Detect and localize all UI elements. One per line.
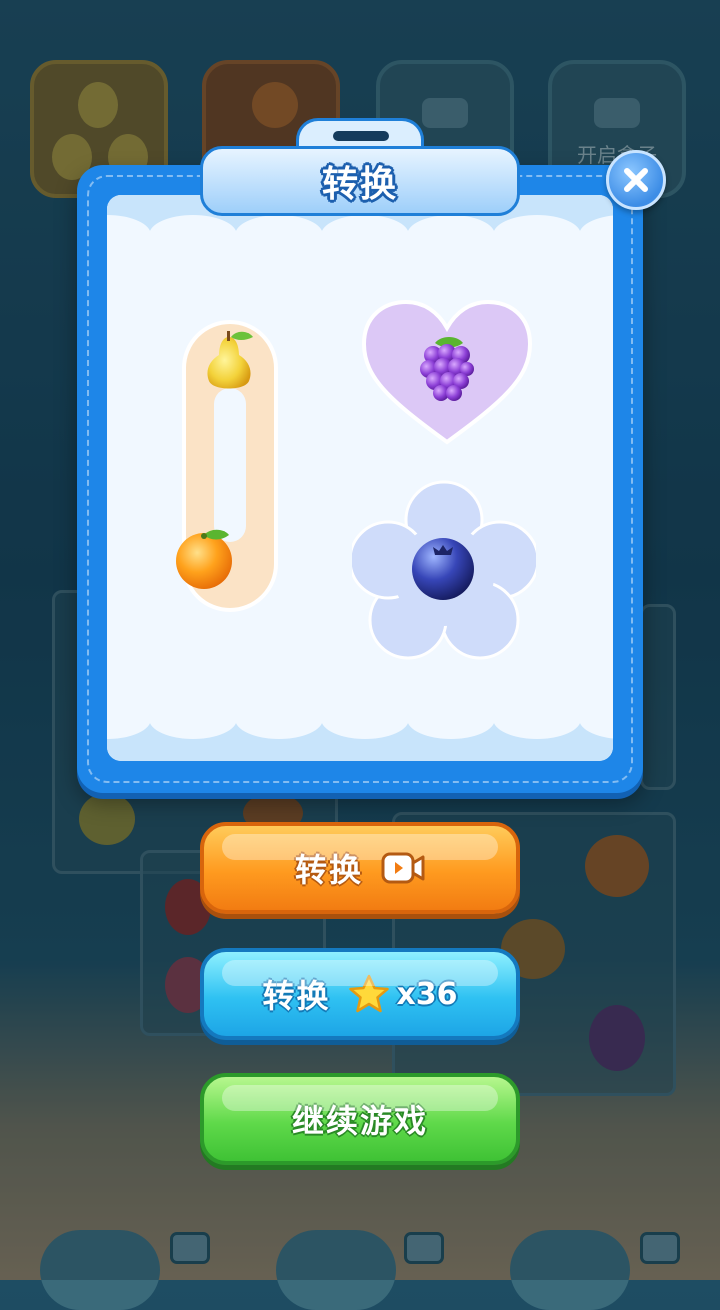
orange-icon [176, 529, 232, 589]
convert-video-label: 转换 [294, 851, 363, 889]
video-icon [381, 852, 425, 884]
star-cost: x36 [348, 974, 458, 1014]
grape-icon [420, 337, 474, 401]
convert-video-button[interactable]: 转换 [200, 822, 520, 914]
continue-game-button[interactable]: 继续游戏 [200, 1073, 520, 1165]
convert-stars-label: 转换 [262, 977, 331, 1015]
star-cost-value: x36 [396, 976, 458, 1012]
convert-panel [107, 195, 613, 761]
convert-dialog [77, 165, 643, 793]
panel-bottom-decoration [107, 699, 613, 761]
star-icon [349, 974, 390, 1013]
continue-game-label: 继续游戏 [291, 1102, 428, 1140]
close-icon [624, 168, 648, 192]
convert-stars-button[interactable]: 转换 x36 [200, 948, 520, 1040]
dialog-title-tab: 转换 [200, 118, 520, 218]
dialog-title: 转换 [321, 164, 398, 205]
pear-icon [207, 331, 253, 389]
blueberry-icon [412, 538, 474, 600]
close-button[interactable] [606, 150, 666, 210]
title-plate: 转换 [200, 146, 520, 216]
